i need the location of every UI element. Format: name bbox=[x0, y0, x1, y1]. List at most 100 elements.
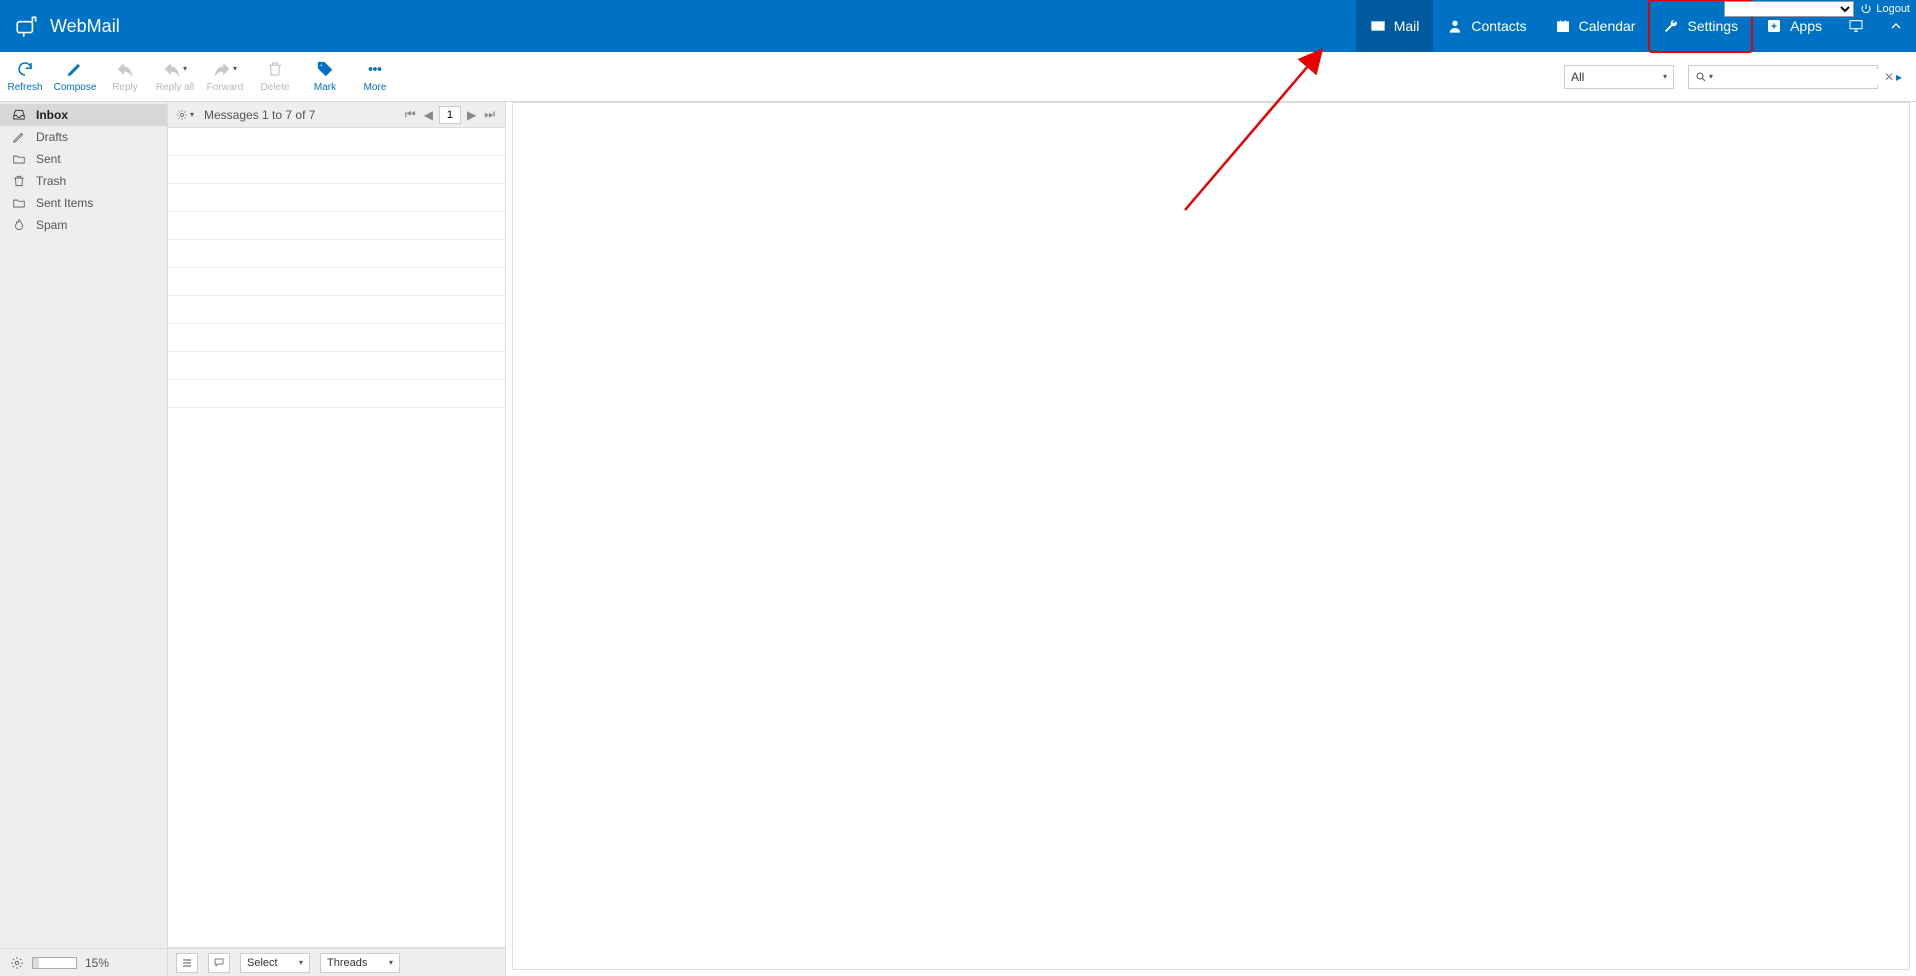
nav-mail-label: Mail bbox=[1394, 18, 1420, 34]
expand-search-button[interactable]: ▸ bbox=[1892, 70, 1906, 84]
quota-bar bbox=[32, 957, 77, 969]
search-box[interactable]: ▾ ✕ bbox=[1688, 65, 1878, 89]
more-label: More bbox=[364, 82, 387, 93]
delete-button: Delete bbox=[250, 52, 300, 102]
user-icon bbox=[1447, 18, 1463, 34]
folder-inbox[interactable]: Inbox bbox=[0, 104, 167, 126]
logout-label: Logout bbox=[1876, 3, 1910, 15]
chevron-down-icon: ▾ bbox=[1663, 73, 1667, 81]
magnifier-icon bbox=[1695, 71, 1707, 83]
chevron-down-icon: ▾ bbox=[299, 959, 303, 967]
chevron-down-icon: ▾ bbox=[1709, 73, 1713, 81]
reply-all-button: ▾ Reply all bbox=[150, 52, 200, 102]
chevron-down-icon: ▾ bbox=[389, 959, 393, 967]
prev-page-button[interactable]: ◀ bbox=[422, 108, 435, 122]
forward-icon bbox=[213, 60, 231, 78]
pencil-icon bbox=[66, 60, 84, 78]
speech-icon bbox=[213, 957, 225, 969]
forward-label: Forward bbox=[207, 82, 244, 93]
nav-apps-label: Apps bbox=[1790, 18, 1822, 34]
inbox-icon bbox=[12, 108, 26, 122]
last-page-button[interactable]: ⏭ bbox=[482, 107, 497, 122]
chevron-down-icon: ▾ bbox=[183, 65, 187, 73]
select-label: Select bbox=[247, 957, 278, 969]
quota-footer: 15% bbox=[0, 948, 167, 976]
reply-button: Reply bbox=[100, 52, 150, 102]
folder-sent[interactable]: Sent bbox=[0, 148, 167, 170]
chevron-up-icon bbox=[1888, 18, 1904, 34]
tag-icon bbox=[316, 60, 334, 78]
mailbox-icon bbox=[14, 13, 40, 39]
brand-title: WebMail bbox=[50, 16, 120, 37]
envelope-icon bbox=[1370, 18, 1386, 34]
compose-button[interactable]: Compose bbox=[50, 52, 100, 102]
refresh-button[interactable]: Refresh bbox=[0, 52, 50, 102]
folder-drafts[interactable]: Drafts bbox=[0, 126, 167, 148]
folder-spam[interactable]: Spam bbox=[0, 214, 167, 236]
filter-select[interactable]: All ▾ bbox=[1564, 65, 1674, 89]
pager: ⏮ ◀ ▶ ⏭ bbox=[403, 106, 497, 124]
folder-label: Sent Items bbox=[36, 196, 93, 210]
pencil-icon bbox=[12, 130, 26, 144]
folders-sidebar: Inbox Drafts Sent Trash Sent Items Spam … bbox=[0, 102, 168, 976]
nav-calendar-label: Calendar bbox=[1579, 18, 1636, 34]
workspace: Inbox Drafts Sent Trash Sent Items Spam … bbox=[0, 102, 1916, 976]
threads-menu[interactable]: Threads ▾ bbox=[320, 953, 400, 973]
filter-selected: All bbox=[1571, 70, 1584, 84]
folder-label: Trash bbox=[36, 174, 66, 188]
plus-square-icon bbox=[1766, 18, 1782, 34]
nav-contacts[interactable]: Contacts bbox=[1433, 0, 1540, 52]
list-options-button[interactable]: ▾ bbox=[176, 109, 194, 121]
folder-label: Inbox bbox=[36, 108, 68, 122]
nav-calendar[interactable]: Calendar bbox=[1541, 0, 1650, 52]
message-list-header: ▾ Messages 1 to 7 of 7 ⏮ ◀ ▶ ⏭ bbox=[168, 102, 505, 128]
gear-icon[interactable] bbox=[10, 956, 24, 970]
reply-icon bbox=[116, 60, 134, 78]
trash-icon bbox=[266, 60, 284, 78]
trash-icon bbox=[12, 174, 26, 188]
forward-button: ▾ Forward bbox=[200, 52, 250, 102]
folder-label: Sent bbox=[36, 152, 61, 166]
compose-label: Compose bbox=[54, 82, 97, 93]
page-input[interactable] bbox=[439, 106, 461, 124]
toolbar: Refresh Compose Reply ▾ Reply all ▾ Forw… bbox=[0, 52, 1916, 102]
logout-button[interactable]: Logout bbox=[1860, 3, 1910, 15]
search-input[interactable] bbox=[1719, 69, 1878, 85]
quota-label: 15% bbox=[85, 956, 109, 970]
search-icon[interactable]: ▾ bbox=[1695, 71, 1713, 83]
more-button[interactable]: More bbox=[350, 52, 400, 102]
mark-label: Mark bbox=[314, 82, 336, 93]
chevron-down-icon: ▾ bbox=[233, 65, 237, 73]
message-list: ▾ Messages 1 to 7 of 7 ⏮ ◀ ▶ ⏭ Select ▾ bbox=[168, 102, 506, 976]
brand: WebMail bbox=[0, 0, 134, 52]
power-icon bbox=[1860, 3, 1872, 15]
toolbar-right: All ▾ ▾ ✕ ▸ bbox=[1564, 65, 1916, 89]
first-page-button[interactable]: ⏮ bbox=[403, 107, 418, 122]
folder-open-icon bbox=[12, 196, 26, 210]
monitor-icon bbox=[1848, 18, 1864, 34]
message-count-label: Messages 1 to 7 of 7 bbox=[204, 108, 393, 122]
reply-all-icon bbox=[163, 60, 181, 78]
next-page-button[interactable]: ▶ bbox=[465, 108, 478, 122]
message-list-body[interactable] bbox=[168, 128, 505, 948]
select-menu[interactable]: Select ▾ bbox=[240, 953, 310, 973]
list-icon bbox=[181, 957, 193, 969]
wrench-icon bbox=[1663, 18, 1679, 34]
refresh-icon bbox=[16, 60, 34, 78]
fire-icon bbox=[12, 218, 26, 232]
threads-label: Threads bbox=[327, 957, 367, 969]
conversation-button[interactable] bbox=[208, 953, 230, 973]
folder-label: Drafts bbox=[36, 130, 68, 144]
preview-pane bbox=[512, 102, 1910, 970]
refresh-label: Refresh bbox=[7, 82, 42, 93]
account-select[interactable] bbox=[1724, 1, 1854, 17]
topstrip: Logout bbox=[1718, 0, 1916, 18]
list-layout-button[interactable] bbox=[176, 953, 198, 973]
reply-label: Reply bbox=[112, 82, 138, 93]
mark-button[interactable]: Mark bbox=[300, 52, 350, 102]
folder-trash[interactable]: Trash bbox=[0, 170, 167, 192]
gear-icon bbox=[176, 109, 188, 121]
folder-sent-items[interactable]: Sent Items bbox=[0, 192, 167, 214]
reply-all-label: Reply all bbox=[156, 82, 194, 93]
nav-mail[interactable]: Mail bbox=[1356, 0, 1434, 52]
